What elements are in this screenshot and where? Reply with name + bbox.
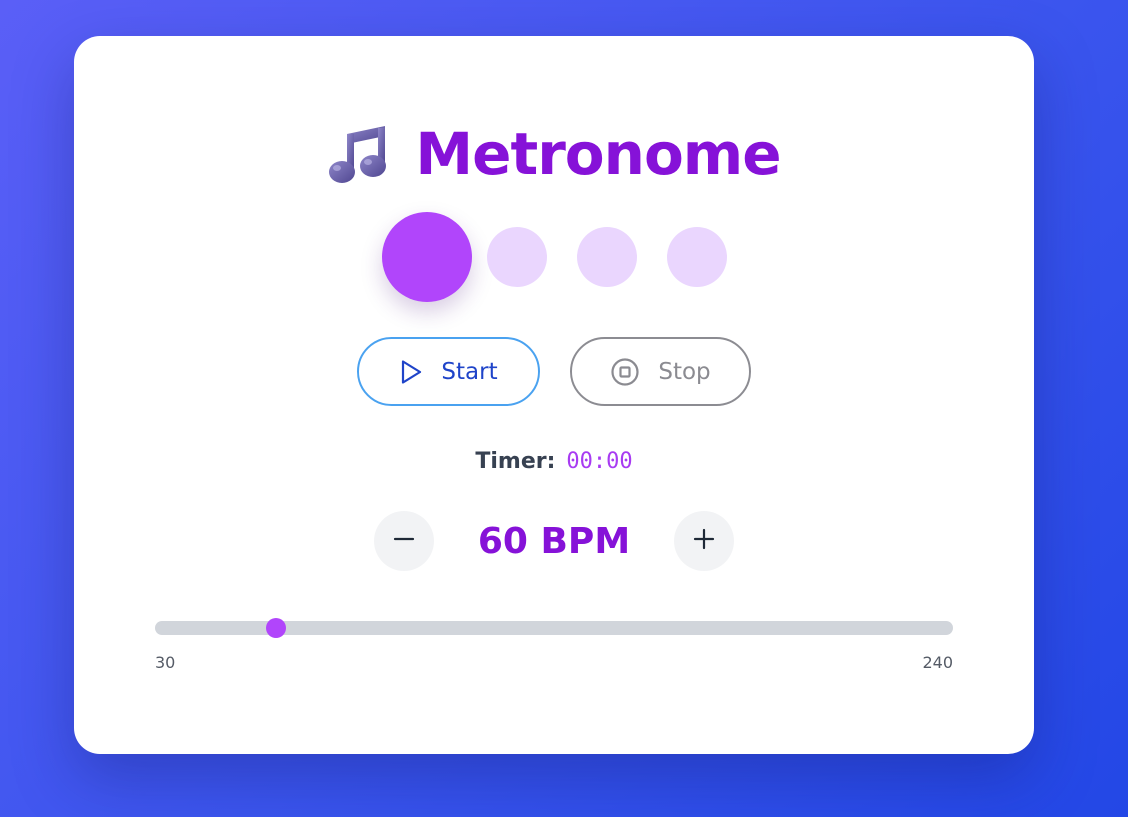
timer-label: Timer: (475, 449, 556, 474)
play-icon (399, 359, 423, 385)
bpm-display: 60 BPM (477, 520, 631, 562)
start-button[interactable]: Start (357, 337, 540, 406)
beat-indicator-1-active (381, 212, 472, 302)
beat-indicator-2 (486, 227, 547, 287)
stop-button[interactable]: Stop (570, 337, 751, 406)
metronome-card: Metronome Start Stop Timer: 00:00 60 BPM… (74, 36, 1034, 754)
increase-bpm-button[interactable] (674, 511, 734, 571)
bpm-slider-thumb[interactable] (266, 618, 287, 638)
stop-circle-icon (610, 357, 640, 387)
music-note-icon (327, 122, 389, 186)
beat-indicator-3 (576, 227, 637, 287)
start-button-label: Start (441, 358, 498, 385)
beat-indicators (74, 212, 1034, 302)
stop-button-label: Stop (658, 358, 711, 385)
slider-min-label: 30 (155, 653, 176, 672)
timer: Timer: 00:00 (74, 449, 1034, 474)
tempo-control: 60 BPM (74, 511, 1034, 571)
beat-indicator-4 (666, 227, 727, 287)
playback-controls: Start Stop (74, 337, 1034, 407)
timer-value: 00:00 (566, 449, 633, 474)
bpm-slider[interactable] (155, 618, 953, 638)
slider-max-label: 240 (922, 653, 953, 672)
minus-icon (392, 527, 416, 556)
decrease-bpm-button[interactable] (374, 511, 434, 571)
page-title: Metronome (415, 120, 781, 188)
header: Metronome (74, 118, 1034, 190)
plus-icon (692, 527, 716, 556)
